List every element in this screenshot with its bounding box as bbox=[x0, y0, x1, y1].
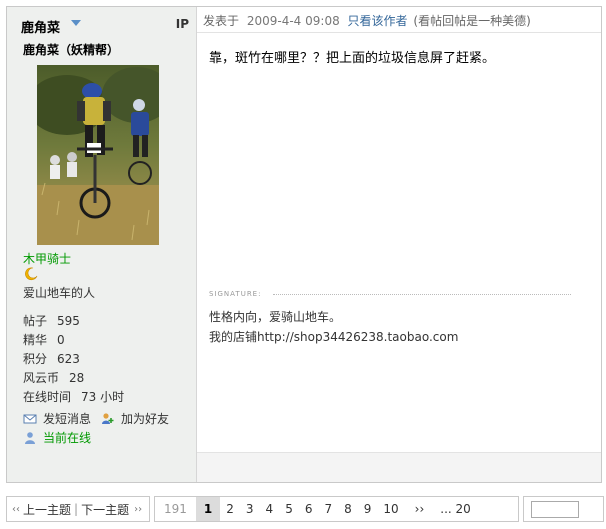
page-link[interactable]: 3 bbox=[240, 497, 260, 521]
stat-online-time: 在线时间 73 小时 bbox=[23, 390, 125, 404]
avatar-image bbox=[37, 65, 159, 245]
author-rank: 木甲骑士 bbox=[23, 252, 72, 266]
author-row: 鹿角菜 IP bbox=[17, 15, 189, 36]
nav-separator: | bbox=[74, 502, 79, 516]
add-friend-icon bbox=[102, 412, 114, 424]
author-stats: 帖子 595 精华 0 积分 623 风云币 28 在线时间 73 小时 bbox=[23, 312, 124, 407]
page-jump bbox=[523, 496, 604, 522]
page-current: 1 bbox=[195, 497, 221, 521]
avatar bbox=[37, 65, 159, 245]
only-author-link[interactable]: 只看该作者 bbox=[348, 14, 408, 28]
add-friend-label[interactable]: 加为好友 bbox=[121, 410, 169, 427]
page-link[interactable]: 4 bbox=[260, 497, 280, 521]
online-status-label: 当前在线 bbox=[43, 431, 92, 445]
user-online-icon bbox=[25, 431, 35, 444]
page-last[interactable]: ... 20 bbox=[434, 497, 477, 521]
signature-divider bbox=[273, 294, 571, 295]
page-link[interactable]: 2 bbox=[220, 497, 240, 521]
next-thread-link[interactable]: 下一主题 bbox=[81, 501, 129, 518]
ip-link[interactable]: IP bbox=[176, 17, 189, 31]
page-first[interactable]: 191 bbox=[155, 497, 196, 521]
prev-thread-link[interactable]: 上一主题 bbox=[23, 501, 71, 518]
send-message-label: 发短消息 bbox=[43, 412, 92, 426]
signature-line-2[interactable]: 我的店铺http://shop34426238.taobao.com bbox=[209, 327, 458, 347]
post-header: 发表于 2009-4-4 09:08 只看该作者 (看帖回帖是一种美德) bbox=[197, 7, 601, 33]
message-icon bbox=[23, 414, 37, 423]
stat-points: 积分 623 bbox=[23, 352, 80, 366]
signature-line-1: 性格内向，爱骑山地车。 bbox=[209, 310, 342, 324]
author-nickname: 鹿角菜（妖精帮） bbox=[23, 43, 120, 57]
double-right-arrow-icon: ›› bbox=[134, 503, 143, 515]
page-link[interactable]: 6 bbox=[299, 497, 319, 521]
stat-coins: 风云币 28 bbox=[23, 371, 85, 385]
page-link[interactable]: 9 bbox=[358, 497, 378, 521]
stat-digest: 精华 0 bbox=[23, 333, 65, 347]
author-actions: 发短消息 加为好友 当前在线 bbox=[23, 409, 169, 447]
post-time: 2009-4-4 09:08 bbox=[246, 14, 340, 28]
author-sidebar: 鹿角菜 IP 鹿角菜（妖精帮） 木甲骑士 爱山地车的人 帖子 595 精华 0 … bbox=[7, 7, 197, 482]
author-menu-caret-icon[interactable] bbox=[71, 20, 81, 26]
thread-nav: ‹‹ 上一主题 | 下一主题 ›› bbox=[6, 496, 150, 522]
moon-icon bbox=[25, 267, 38, 281]
post-footer bbox=[197, 452, 601, 482]
author-name[interactable]: 鹿角菜 bbox=[21, 17, 60, 36]
post-content: 靠，斑竹在哪里？？把上面的垃圾信息屏了赶紧。 bbox=[209, 51, 496, 66]
page-link[interactable]: 5 bbox=[279, 497, 299, 521]
stat-posts: 帖子 595 bbox=[23, 314, 80, 328]
signature-label: SIGNATURE: bbox=[209, 290, 262, 298]
posted-label: 发表于 bbox=[203, 14, 240, 28]
post-container: 鹿角菜 IP 鹿角菜（妖精帮） 木甲骑士 爱山地车的人 帖子 595 精华 0 … bbox=[6, 6, 602, 483]
post-main: 发表于 2009-4-4 09:08 只看该作者 (看帖回帖是一种美德) 靠，斑… bbox=[197, 7, 601, 482]
pagination: 191 1 2 3 4 5 6 7 8 9 10 ›› ... 20 bbox=[154, 496, 519, 522]
page-next[interactable]: ›› bbox=[405, 497, 435, 521]
page-link[interactable]: 10 bbox=[377, 497, 404, 521]
post-tip: (看帖回帖是一种美德) bbox=[413, 14, 531, 28]
double-left-arrow-icon: ‹‹ bbox=[12, 503, 20, 515]
send-message-button[interactable]: 发短消息 加为好友 bbox=[23, 409, 169, 428]
page-jump-input[interactable] bbox=[531, 501, 579, 518]
signature: 性格内向，爱骑山地车。 我的店铺http://shop34426238.taob… bbox=[209, 307, 458, 347]
page-link[interactable]: 7 bbox=[318, 497, 338, 521]
author-bio: 爱山地车的人 bbox=[23, 286, 96, 300]
page-link[interactable]: 8 bbox=[338, 497, 358, 521]
online-status: 当前在线 bbox=[23, 428, 169, 447]
